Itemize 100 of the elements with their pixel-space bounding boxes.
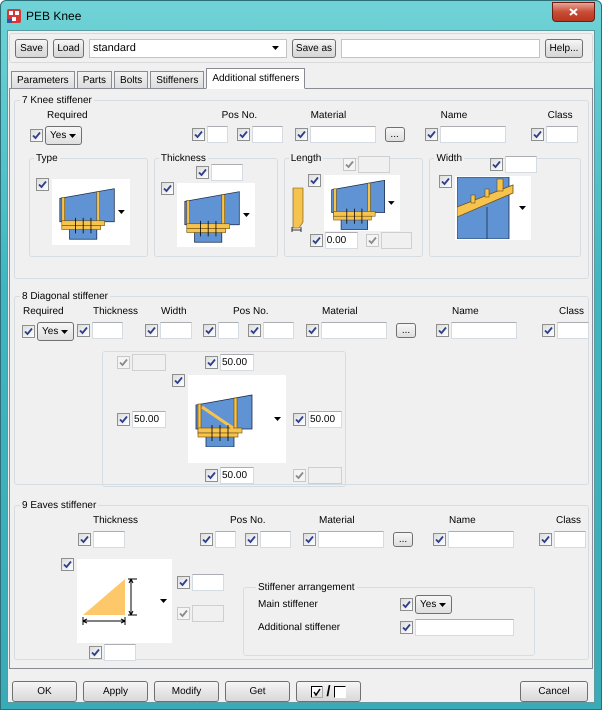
checkbox[interactable]: [205, 356, 218, 369]
checkbox[interactable]: [177, 576, 190, 589]
text-field[interactable]: 50.00: [220, 354, 254, 371]
dropdown[interactable]: Yes: [415, 595, 452, 614]
tab[interactable]: Parts: [76, 71, 112, 89]
checkbox[interactable]: [160, 182, 174, 195]
stiffener-type-dropdown[interactable]: [51, 178, 131, 246]
stiffener-type-dropdown[interactable]: [187, 374, 287, 464]
text-field[interactable]: 50.00: [220, 467, 254, 484]
text-field[interactable]: [92, 322, 123, 339]
text-field[interactable]: [310, 126, 376, 143]
text-field[interactable]: [440, 126, 506, 143]
text-field[interactable]: [132, 354, 166, 371]
preset-dropdown[interactable]: standard: [89, 38, 287, 58]
tab[interactable]: Additional stiffeners: [206, 68, 306, 89]
browse-button[interactable]: ...: [393, 532, 414, 547]
checkbox[interactable]: [400, 621, 413, 634]
checkbox[interactable]: [539, 533, 552, 546]
text-field[interactable]: [210, 164, 243, 181]
checkbox[interactable]: [61, 558, 74, 571]
checkbox[interactable]: [436, 324, 450, 337]
dialog-button[interactable]: Get: [225, 681, 290, 702]
checkbox[interactable]: [203, 324, 216, 337]
checkbox[interactable]: [303, 533, 316, 546]
dialog-button[interactable]: Apply: [83, 681, 148, 702]
checkbox[interactable]: [22, 325, 35, 338]
checkbox[interactable]: [200, 533, 214, 546]
stiffener-type-dropdown[interactable]: [454, 175, 532, 241]
load-button[interactable]: Load: [53, 38, 84, 58]
text-field[interactable]: [451, 322, 518, 339]
checkbox[interactable]: [433, 533, 446, 546]
dialog-button[interactable]: Modify: [154, 681, 219, 702]
text-field[interactable]: [308, 467, 342, 484]
stiffener-type-dropdown[interactable]: [322, 174, 401, 232]
text-field[interactable]: [380, 232, 412, 249]
text-field[interactable]: 50.00: [132, 410, 166, 428]
checkbox[interactable]: [530, 128, 544, 141]
checkbox[interactable]: [294, 128, 308, 141]
checkbox[interactable]: [293, 412, 306, 426]
text-field[interactable]: [546, 126, 578, 143]
text-field[interactable]: [415, 619, 514, 636]
checkbox[interactable]: [400, 598, 413, 611]
checkbox[interactable]: [196, 166, 209, 179]
tab[interactable]: Stiffeners: [150, 71, 204, 89]
toggle-all-button[interactable]: /: [296, 681, 361, 702]
text-field[interactable]: [321, 322, 388, 339]
checkbox[interactable]: [192, 128, 205, 141]
checkbox[interactable]: [306, 324, 320, 337]
text-field[interactable]: [260, 531, 292, 548]
checkbox[interactable]: [236, 128, 250, 141]
checkbox[interactable]: [205, 469, 218, 482]
text-field[interactable]: [554, 531, 586, 548]
checkbox[interactable]: [245, 533, 258, 546]
section-title: 8 Diagonal stiffener: [21, 291, 109, 302]
text-field[interactable]: [252, 126, 283, 143]
checkbox[interactable]: [77, 324, 90, 337]
checkbox[interactable]: [172, 374, 185, 387]
close-button[interactable]: [552, 2, 595, 22]
checkbox[interactable]: [78, 533, 91, 546]
text-field[interactable]: [318, 531, 384, 548]
text-field[interactable]: [263, 322, 294, 339]
save-as-field[interactable]: [341, 38, 540, 58]
text-field[interactable]: [358, 156, 390, 173]
checkbox[interactable]: [248, 324, 262, 337]
dialog-button[interactable]: OK: [12, 681, 77, 702]
checkbox[interactable]: [308, 174, 321, 187]
text-field[interactable]: [192, 574, 224, 591]
text-field[interactable]: 50.00: [308, 410, 342, 428]
text-field[interactable]: 0.00: [324, 232, 358, 249]
stiffener-type-dropdown[interactable]: [176, 182, 256, 248]
save-as-button[interactable]: Save as: [292, 38, 336, 58]
checkbox[interactable]: [542, 324, 556, 337]
checkbox[interactable]: [89, 646, 102, 659]
dialog-button[interactable]: Cancel: [520, 681, 588, 702]
text-field[interactable]: [104, 644, 136, 661]
help-button[interactable]: Help...: [545, 38, 583, 58]
text-field[interactable]: [218, 322, 240, 339]
text-field[interactable]: [206, 126, 228, 143]
checkbox[interactable]: [30, 129, 43, 142]
text-field[interactable]: [505, 156, 538, 173]
text-field[interactable]: [448, 531, 514, 548]
browse-button[interactable]: ...: [396, 323, 416, 338]
checkbox[interactable]: [439, 175, 452, 188]
dropdown[interactable]: Yes: [45, 126, 82, 145]
save-button[interactable]: Save: [15, 38, 48, 58]
dropdown[interactable]: Yes: [37, 322, 74, 341]
browse-button[interactable]: ...: [384, 127, 405, 142]
text-field[interactable]: [192, 605, 224, 622]
tab[interactable]: Bolts: [114, 71, 148, 89]
checkbox[interactable]: [117, 412, 130, 426]
text-field[interactable]: [93, 531, 125, 548]
checkbox[interactable]: [424, 128, 438, 141]
checkbox[interactable]: [145, 324, 158, 337]
tab[interactable]: Parameters: [11, 71, 75, 89]
checkbox[interactable]: [36, 178, 49, 191]
checkbox[interactable]: [490, 158, 504, 171]
text-field[interactable]: [557, 322, 590, 339]
checkbox[interactable]: [310, 234, 323, 247]
text-field[interactable]: [160, 322, 192, 339]
text-field[interactable]: [215, 531, 236, 548]
